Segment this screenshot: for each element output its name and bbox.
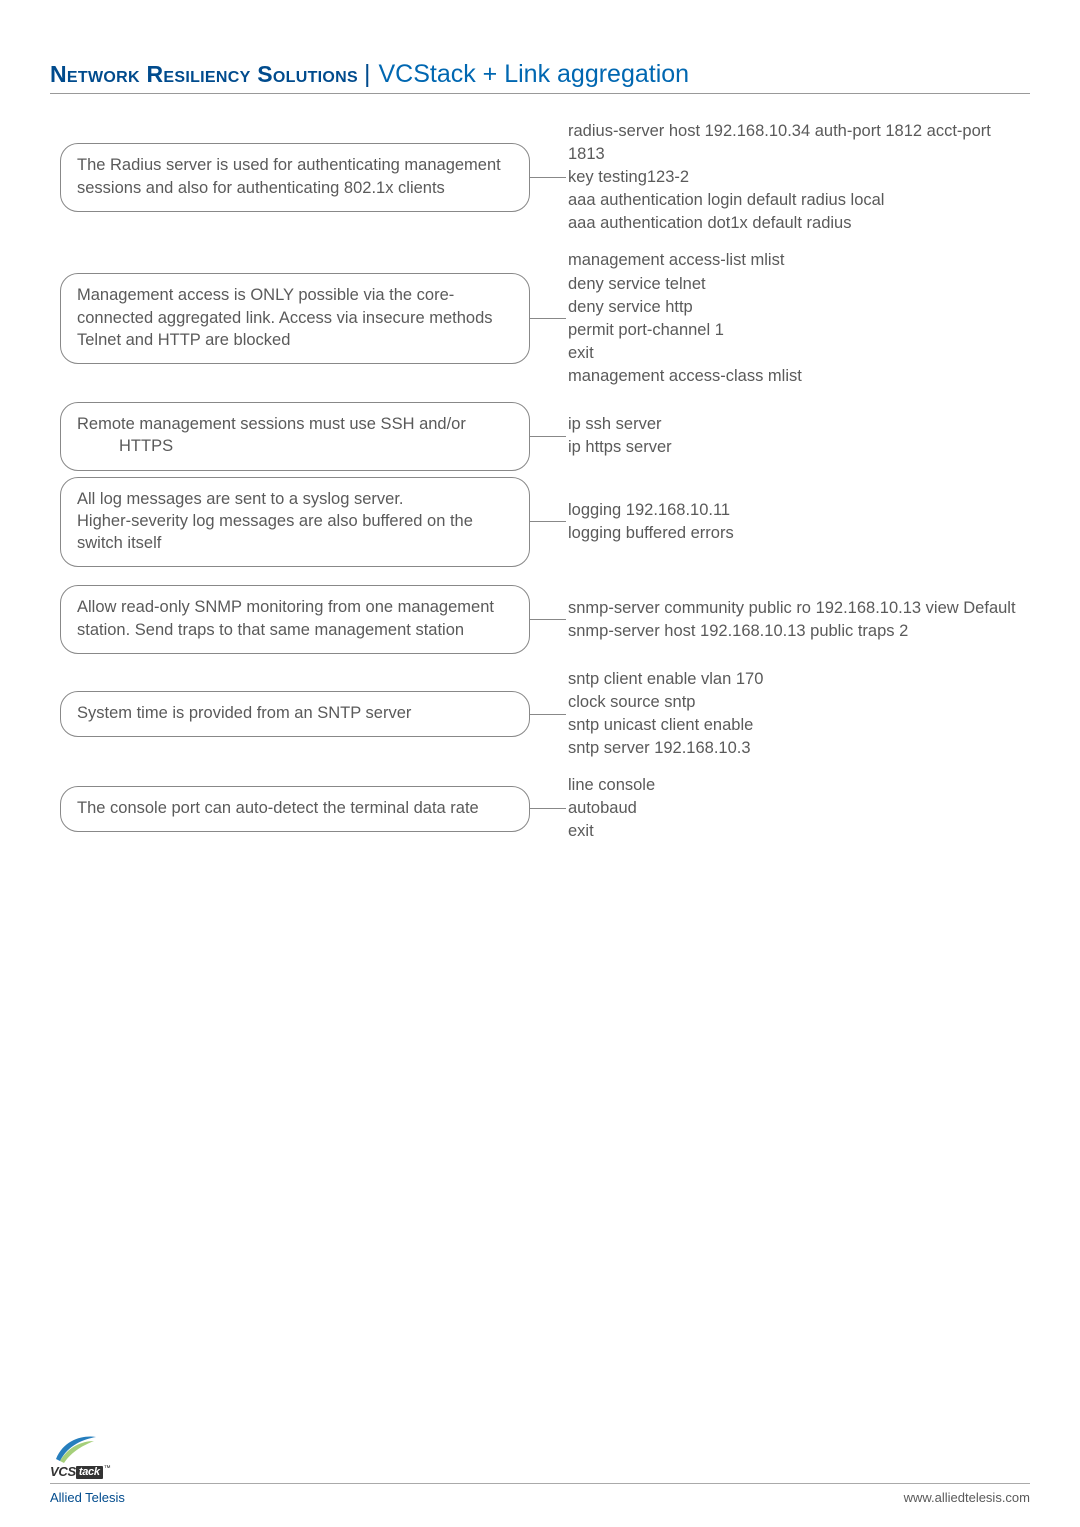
section-logging: All log messages are sent to a syslog se… bbox=[50, 477, 1030, 568]
header-title-left: Network Resiliency Solutions bbox=[50, 61, 358, 88]
vcstack-logo: VCStack™ bbox=[50, 1431, 120, 1481]
logo-tack: tack bbox=[76, 1466, 103, 1479]
desc-box: The console port can auto-detect the ter… bbox=[60, 786, 530, 832]
section-sntp: System time is provided from an SNTP ser… bbox=[50, 668, 1030, 760]
desc-text: Remote management sessions must use SSH … bbox=[77, 415, 466, 433]
section-snmp: Allow read-only SNMP monitoring from one… bbox=[50, 585, 1030, 654]
footer-url: www.alliedtelesis.com bbox=[904, 1490, 1030, 1505]
desc-box: Management access is ONLY possible via t… bbox=[60, 273, 530, 364]
connector-line bbox=[530, 436, 566, 437]
header-title-right: VCStack + Link aggregation bbox=[378, 60, 689, 89]
connector-line bbox=[530, 177, 566, 178]
desc-text: System time is provided from an SNTP ser… bbox=[77, 704, 411, 722]
desc-text: Management access is ONLY possible via t… bbox=[77, 286, 493, 349]
config-text: snmp-server community public ro 192.168.… bbox=[566, 597, 1016, 643]
desc-text: All log messages are sent to a syslog se… bbox=[77, 490, 473, 553]
connector-line bbox=[530, 808, 566, 809]
logo-tm: ™ bbox=[104, 1465, 111, 1472]
desc-box: All log messages are sent to a syslog se… bbox=[60, 477, 530, 568]
header-separator: | bbox=[364, 60, 371, 89]
content-area: The Radius server is used for authentica… bbox=[50, 120, 1030, 844]
footer-company: Allied Telesis bbox=[50, 1490, 125, 1505]
desc-box: The Radius server is used for authentica… bbox=[60, 143, 530, 212]
config-text: ip ssh server ip https server bbox=[566, 413, 672, 459]
config-text: management access-list mlist deny servic… bbox=[566, 249, 802, 388]
config-text: logging 192.168.10.11 logging buffered e… bbox=[566, 499, 734, 545]
desc-text: The console port can auto-detect the ter… bbox=[77, 799, 479, 817]
logo-vc: VCS bbox=[50, 1464, 76, 1479]
connector-line bbox=[530, 318, 566, 319]
logo-text: VCStack™ bbox=[50, 1464, 110, 1479]
desc-text-extra: HTTPS bbox=[77, 435, 513, 457]
config-text: radius-server host 192.168.10.34 auth-po… bbox=[566, 120, 1030, 235]
desc-text: The Radius server is used for authentica… bbox=[77, 156, 501, 196]
connector-line bbox=[530, 521, 566, 522]
swoosh-icon bbox=[54, 1433, 98, 1463]
config-text: line console autobaud exit bbox=[566, 774, 655, 843]
connector-line bbox=[530, 714, 566, 715]
page-header: Network Resiliency Solutions | VCStack +… bbox=[50, 60, 1030, 94]
desc-text: Allow read-only SNMP monitoring from one… bbox=[77, 598, 494, 638]
section-console: The console port can auto-detect the ter… bbox=[50, 774, 1030, 843]
desc-box: System time is provided from an SNTP ser… bbox=[60, 691, 530, 737]
config-text: sntp client enable vlan 170 clock source… bbox=[566, 668, 763, 760]
connector-line bbox=[530, 619, 566, 620]
section-management-access: Management access is ONLY possible via t… bbox=[50, 249, 1030, 388]
section-ssh-https: Remote management sessions must use SSH … bbox=[50, 402, 1030, 471]
desc-box: Allow read-only SNMP monitoring from one… bbox=[60, 585, 530, 654]
desc-box: Remote management sessions must use SSH … bbox=[60, 402, 530, 471]
page-footer: Allied Telesis www.alliedtelesis.com bbox=[50, 1483, 1030, 1505]
section-radius: The Radius server is used for authentica… bbox=[50, 120, 1030, 235]
